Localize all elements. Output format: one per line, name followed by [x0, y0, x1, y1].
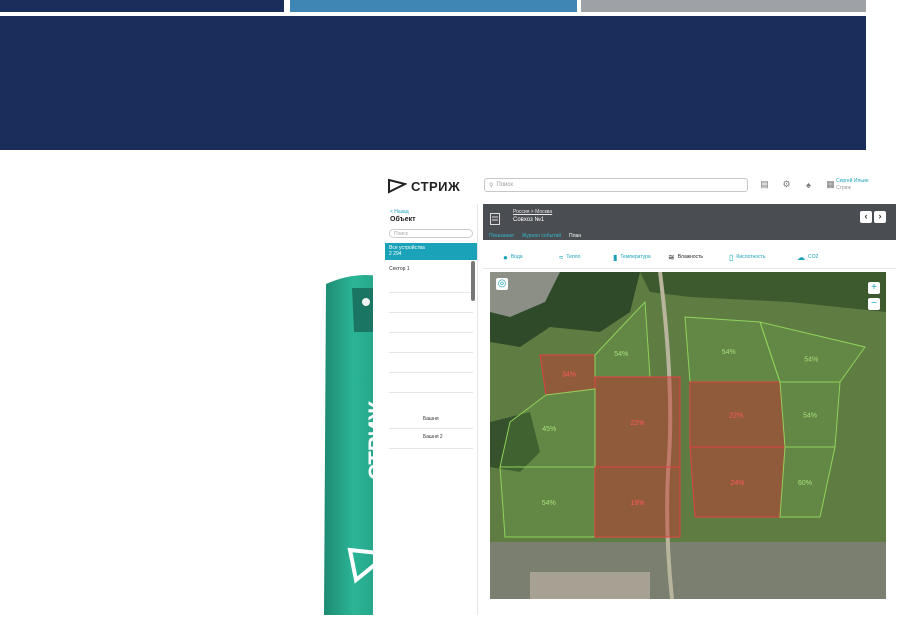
map-canvas: 34% 54% 22% 45% 54% 18% 54% 54% 22% 54% 24% 60%	[490, 272, 886, 599]
metric-acidity[interactable]: ▯ Кислотность	[729, 249, 765, 265]
field-humidity-label: 60%	[798, 480, 812, 487]
breadcrumb[interactable]: Россия > Москва	[513, 209, 552, 215]
sidebar-divider	[389, 428, 473, 429]
prev-button[interactable]: ‹	[860, 211, 872, 223]
cloud-icon: ☁	[797, 252, 805, 262]
sidebar-divider	[389, 448, 473, 449]
sidebar-divider	[389, 392, 473, 393]
satellite-map[interactable]: 34% 54% 22% 45% 54% 18% 54% 54% 22% 54% 24% 60% ◎ +…	[490, 272, 886, 599]
swift-logo-icon	[388, 178, 407, 194]
search-input[interactable]: ⚲ Поиск	[484, 178, 748, 192]
top-bar-blue	[290, 0, 577, 12]
back-link[interactable]: < Назад	[390, 209, 409, 215]
metric-temperature[interactable]: ▮ Температура	[613, 249, 651, 265]
tab-readings[interactable]: Показания	[489, 233, 514, 239]
user-name: Сергей Ильин	[836, 178, 869, 184]
thermometer-icon: ▮	[613, 252, 618, 262]
sidebar-item-all-devices[interactable]: Все устройства 2 294	[385, 243, 477, 260]
metric-humidity[interactable]: ≋ Влажность	[668, 249, 703, 265]
sidebar-search-input[interactable]: Поиск	[389, 229, 473, 238]
metric-heat[interactable]: ≈ Тепло	[559, 249, 580, 265]
sidebar-scrollbar[interactable]	[471, 261, 475, 301]
object-header: Россия > Москва Совхоз №1 ‹ › Показания …	[483, 204, 896, 240]
sidebar-item-tower-2[interactable]: Башня 2	[423, 434, 443, 440]
heat-icon: ≈	[559, 252, 564, 262]
field-humidity-label: 24%	[730, 480, 744, 487]
search-icon: ⚲	[489, 182, 494, 189]
top-bar-navy	[0, 0, 284, 12]
user-menu[interactable]: Сергей Ильин Стриж	[836, 178, 869, 192]
title-banner	[0, 16, 866, 150]
sidebar-divider	[389, 372, 473, 373]
building-icon	[490, 213, 500, 225]
zoom-in-button[interactable]: +	[868, 282, 880, 294]
top-bar-gray	[581, 0, 866, 12]
settings-icon[interactable]: ⚙	[780, 178, 793, 191]
next-button[interactable]: ›	[874, 211, 886, 223]
field-humidity-label: 18%	[630, 500, 644, 507]
main-panel: Россия > Москва Совхоз №1 ‹ › Показания …	[483, 204, 896, 615]
zoom-out-button[interactable]: −	[868, 298, 880, 310]
app-logo[interactable]: СТРИЖ	[387, 176, 460, 196]
locate-button[interactable]: ◎	[496, 278, 508, 290]
water-drop-icon: ●	[503, 252, 508, 262]
site-name: Совхоз №1	[513, 217, 545, 223]
field-humidity-label: 54%	[803, 413, 817, 420]
sidebar-divider	[389, 312, 473, 313]
field-humidity-label: 54%	[722, 349, 736, 356]
tab-plan[interactable]: План	[569, 233, 581, 239]
sidebar-title: Объект	[390, 216, 416, 223]
bell-icon[interactable]: ♠	[802, 178, 815, 191]
app-screen: СТРИЖ ⚲ Поиск ▤ ⚙ ♠ ▦ Сергей Ильин Стриж…	[373, 168, 896, 615]
sidebar-divider	[389, 292, 473, 293]
field-humidity-label: 54%	[804, 356, 818, 363]
field-humidity-label: 54%	[542, 500, 556, 507]
field-humidity-label: 45%	[542, 426, 556, 433]
field-humidity-label: 22%	[630, 420, 644, 427]
sidebar-item-tower[interactable]: Башня	[423, 416, 439, 422]
sidebar-item-sector-1[interactable]: Сектор 1	[389, 266, 410, 272]
tab-event-log[interactable]: Журнал событий	[522, 233, 561, 239]
field-humidity-label: 22%	[729, 413, 743, 420]
field-humidity-label: 34%	[562, 372, 576, 379]
settlement-area	[530, 572, 650, 599]
app-logo-text: СТРИЖ	[411, 178, 461, 194]
sidebar-divider	[389, 352, 473, 353]
humidity-icon: ≋	[668, 252, 675, 262]
sidebar-divider	[389, 332, 473, 333]
document-icon[interactable]: ▤	[758, 178, 771, 191]
metric-water[interactable]: ● Вода	[503, 249, 523, 265]
metric-tabs: ● Вода ≈ Тепло ▮ Температура ≋ Влажность ▯ Ки…	[483, 244, 896, 269]
user-org: Стриж	[836, 185, 851, 191]
field-humidity-label: 54%	[614, 351, 628, 358]
acidity-icon: ▯	[729, 252, 734, 262]
sidebar: < Назад Объект Поиск Все устройства 2 29…	[385, 204, 478, 615]
metric-co2[interactable]: ☁ CO2	[797, 249, 818, 265]
app-topbar: СТРИЖ ⚲ Поиск ▤ ⚙ ♠ ▦ Сергей Ильин Стриж	[373, 168, 896, 204]
